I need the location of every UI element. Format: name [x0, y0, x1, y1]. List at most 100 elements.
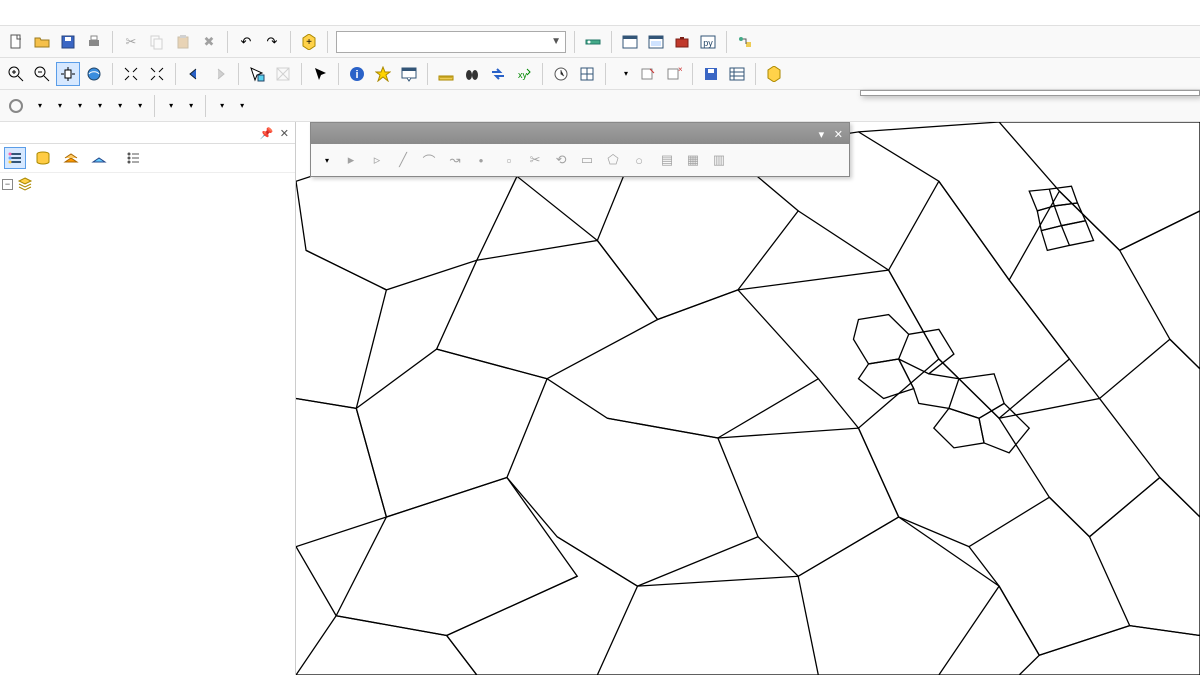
- menu-geonis-pp[interactable]: ▾: [232, 94, 250, 118]
- new-doc-icon[interactable]: [4, 30, 28, 54]
- dropdown-arrow-icon[interactable]: ▾: [819, 129, 825, 141]
- menu-bookmarks[interactable]: [78, 9, 102, 17]
- cut-icon[interactable]: ✂: [119, 30, 143, 54]
- editor-menu-button[interactable]: ▾: [317, 148, 335, 172]
- measure-icon[interactable]: [434, 62, 458, 86]
- edit-create-features-icon[interactable]: ▥: [707, 148, 731, 172]
- menu-berichte[interactable]: ▾: [130, 94, 148, 118]
- list-by-selection-icon[interactable]: [88, 147, 110, 169]
- go-to-xy-icon[interactable]: xy: [512, 62, 536, 86]
- menu-customize[interactable]: [174, 9, 198, 17]
- find-icon[interactable]: [460, 62, 484, 86]
- time-slider-icon[interactable]: [549, 62, 573, 86]
- editor-toolbar-icon[interactable]: [581, 30, 605, 54]
- keine-bearbeitung-button[interactable]: [762, 62, 794, 86]
- undo-icon[interactable]: ↶: [234, 30, 258, 54]
- edit-session-stop-icon[interactable]: ×: [662, 62, 686, 86]
- clear-selection-icon[interactable]: [271, 62, 295, 86]
- identify-icon[interactable]: i: [345, 62, 369, 86]
- fixed-zoom-out-icon[interactable]: [145, 62, 169, 86]
- model-builder-icon[interactable]: [733, 30, 757, 54]
- edit-trace-icon[interactable]: ↝: [443, 148, 467, 172]
- menu-plot[interactable]: ▾: [181, 94, 199, 118]
- select-elements-icon[interactable]: [308, 62, 332, 86]
- menu-selection[interactable]: [126, 9, 150, 17]
- menu-projekte[interactable]: ▾: [30, 94, 48, 118]
- window1-icon[interactable]: [618, 30, 642, 54]
- map-view[interactable]: ▾ ✕ ▾ ▸ ▹ ╱ ⌒ ↝ • ▫ ✂ ⟲ ▭ ⬠ ○: [296, 122, 1200, 675]
- list-by-drawing-order-icon[interactable]: [4, 147, 26, 169]
- list-by-visibility-icon[interactable]: [60, 147, 82, 169]
- edit-point-icon[interactable]: •: [469, 148, 493, 172]
- toc-tree[interactable]: −: [0, 173, 295, 675]
- menu-datenanalyse[interactable]: ▾: [90, 94, 108, 118]
- edit-pointer-icon[interactable]: ▸: [339, 148, 363, 172]
- html-popup-icon[interactable]: [397, 62, 421, 86]
- zoom-out-icon[interactable]: [30, 62, 54, 86]
- menu-windows[interactable]: [198, 9, 222, 17]
- menu-view[interactable]: [54, 9, 78, 17]
- add-data-icon[interactable]: +: [297, 30, 321, 54]
- python-icon[interactable]: py: [696, 30, 720, 54]
- paste-icon[interactable]: [171, 30, 195, 54]
- menu-help[interactable]: [222, 9, 246, 17]
- editor-titlebar[interactable]: ▾ ✕: [311, 123, 849, 144]
- next-extent-icon[interactable]: [208, 62, 232, 86]
- create-viewer-icon[interactable]: [575, 62, 599, 86]
- hyperlink-icon[interactable]: [371, 62, 395, 86]
- close-icon[interactable]: ✕: [280, 128, 289, 140]
- menu-file[interactable]: [6, 9, 30, 17]
- redo-icon[interactable]: ↷: [260, 30, 284, 54]
- bearbeitungswerkzeuge-dropdown[interactable]: ▾: [616, 62, 634, 86]
- edit-vertex-icon[interactable]: ▹: [365, 148, 389, 172]
- edit-split-icon[interactable]: ✂: [523, 148, 547, 172]
- layers-root[interactable]: −: [0, 175, 295, 193]
- pan-icon[interactable]: [56, 62, 80, 86]
- svg-text:py: py: [703, 38, 713, 48]
- menu-insert[interactable]: [102, 9, 126, 17]
- menu-konstruktion[interactable]: ▾: [70, 94, 88, 118]
- chevron-down-icon: ▼: [551, 36, 561, 47]
- edit-sketch-props-icon[interactable]: ▦: [681, 148, 705, 172]
- layers-stack-icon: [17, 176, 33, 192]
- copy-icon[interactable]: [145, 30, 169, 54]
- prev-extent-icon[interactable]: [182, 62, 206, 86]
- edit-rotate-icon[interactable]: ⟲: [549, 148, 573, 172]
- select-features-icon[interactable]: [245, 62, 269, 86]
- full-extent-icon[interactable]: [82, 62, 106, 86]
- edit-session-start-icon[interactable]: [636, 62, 660, 86]
- edit-arc-icon[interactable]: ⌒: [417, 148, 441, 172]
- workspace: 📌 ✕ − ▾ ✕: [0, 122, 1200, 675]
- fixed-zoom-in-icon[interactable]: [119, 62, 143, 86]
- pin-icon[interactable]: 📌: [259, 128, 273, 140]
- edit-circle-icon[interactable]: ○: [627, 148, 651, 172]
- menu-geoprocessing[interactable]: [150, 9, 174, 17]
- edit-rect-icon[interactable]: ▭: [575, 148, 599, 172]
- open-icon[interactable]: [30, 30, 54, 54]
- edit-node-icon[interactable]: ▫: [497, 148, 521, 172]
- toc-toolbar: [0, 144, 295, 173]
- scale-combobox[interactable]: ▼: [336, 31, 566, 53]
- menu-werkzeug[interactable]: ▾: [110, 94, 128, 118]
- menu-erfassung[interactable]: ▾: [50, 94, 68, 118]
- edit-attributes-icon[interactable]: [725, 62, 749, 86]
- window2-icon[interactable]: [644, 30, 668, 54]
- print-icon[interactable]: [82, 30, 106, 54]
- edit-poly-icon[interactable]: ⬠: [601, 148, 625, 172]
- delete-icon[interactable]: ✖: [197, 30, 221, 54]
- menu-darstellung[interactable]: ▾: [161, 94, 179, 118]
- edit-attributes2-icon[interactable]: ▤: [655, 148, 679, 172]
- find-route-icon[interactable]: [486, 62, 510, 86]
- save-icon[interactable]: [56, 30, 80, 54]
- list-by-source-icon[interactable]: [32, 147, 54, 169]
- menu-schnittstellen[interactable]: ▾: [212, 94, 230, 118]
- zoom-in-icon[interactable]: [4, 62, 28, 86]
- toolbox-icon[interactable]: [670, 30, 694, 54]
- edit-line-icon[interactable]: ╱: [391, 148, 415, 172]
- geonis-home-icon[interactable]: [4, 94, 28, 118]
- collapse-icon[interactable]: −: [2, 179, 13, 190]
- menu-edit[interactable]: [30, 9, 54, 17]
- close-editor-icon[interactable]: ✕: [834, 129, 843, 141]
- edit-save-icon[interactable]: [699, 62, 723, 86]
- options-icon[interactable]: [122, 147, 144, 169]
